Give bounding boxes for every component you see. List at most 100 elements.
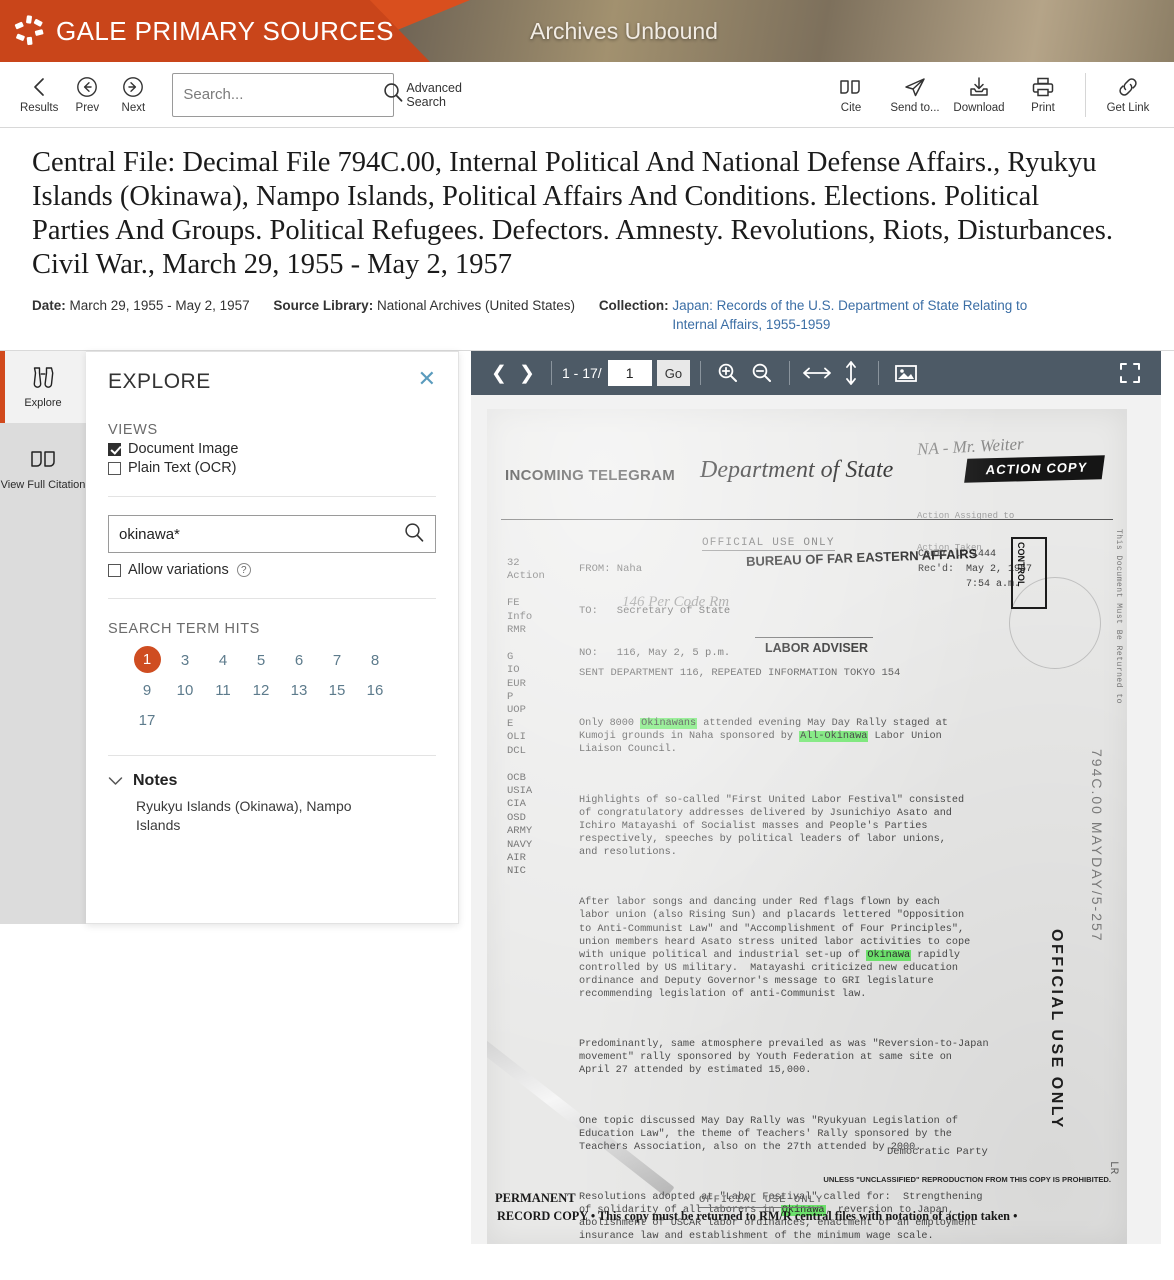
prev-button[interactable]: Prev [64, 73, 110, 116]
sent-department-line: SENT DEPARTMENT 116, REPEATED INFORMATIO… [579, 667, 901, 679]
checkbox-allow-variations[interactable] [108, 563, 121, 577]
viewer-next-page-button[interactable]: ❯ [513, 362, 541, 385]
download-button[interactable]: Download [947, 73, 1011, 116]
hit-link[interactable]: 6 [280, 645, 318, 675]
get-link-label: Get Link [1106, 102, 1150, 114]
notes-toggle[interactable]: Notes [108, 772, 436, 790]
advanced-search-line2: Search [406, 94, 446, 109]
viewer-prev-page-button[interactable]: ❮ [485, 362, 513, 385]
brand-name[interactable]: GALE PRIMARY SOURCES [56, 16, 394, 47]
search-icon[interactable] [403, 521, 425, 548]
side-note-text: This Document Must Be Returned to [1114, 529, 1123, 704]
search-icon[interactable] [382, 81, 404, 108]
hit-link[interactable]: 1 [133, 646, 161, 673]
chevron-down-icon [108, 773, 123, 790]
official-use-only-footer: OFFICIAL USE ONLY [699, 1194, 824, 1208]
chevron-left-icon [30, 75, 48, 99]
view-option-plain-text[interactable]: Plain Text (OCR) [108, 460, 436, 476]
handwritten-annotation-top: NA - Mr. Weiter [916, 434, 1025, 459]
brand-header: GALE PRIMARY SOURCES Archives Unbound [0, 0, 1174, 62]
page-range-label: 1 - 17/ [562, 365, 602, 381]
hit-link[interactable]: 8 [356, 645, 394, 675]
advanced-search-link[interactable]: Advanced Search [406, 81, 470, 109]
rail-item-view-full-citation[interactable]: View Full Citation [0, 423, 86, 515]
explore-search-input[interactable] [119, 525, 403, 543]
document-title-block: Central File: Decimal File 794C.00, Inte… [0, 128, 1174, 351]
quote-marks-icon [838, 75, 864, 99]
hit-link[interactable]: 13 [280, 675, 318, 705]
zoom-in-icon[interactable] [711, 361, 745, 385]
hit-link[interactable]: 15 [318, 675, 356, 705]
official-use-only-vertical: OFFICIAL USE ONLY [1048, 929, 1065, 1130]
main-content: Explore View Full Citation EXPLORE ✕ VIE… [0, 351, 1174, 1244]
allow-variations-row[interactable]: Allow variations ? [108, 562, 436, 578]
view-option-document-image[interactable]: Document Image [108, 441, 436, 457]
paper-plane-icon [903, 75, 927, 99]
product-title: Archives Unbound [530, 17, 718, 44]
search-box[interactable] [172, 72, 403, 117]
hit-link[interactable]: 3 [166, 645, 204, 675]
question-mark-icon[interactable]: ? [236, 563, 251, 577]
download-label: Download [953, 102, 1005, 114]
toolbar-divider [1085, 72, 1086, 117]
cite-button[interactable]: Cite [819, 73, 883, 116]
page-title: Central File: Decimal File 794C.00, Inte… [32, 147, 1114, 280]
go-button[interactable]: Go [656, 360, 691, 386]
explore-search-box[interactable] [108, 515, 436, 553]
file-number-stamp: 794C.00 MAYDAY/5-257 [1089, 749, 1105, 943]
control-box-stamp: CONTROL [1011, 537, 1047, 609]
telegram-paragraph: Predominantly, same atmosphere prevailed… [579, 1039, 989, 1077]
date-label: Date: [32, 298, 66, 313]
checkbox-plain-text[interactable] [108, 461, 121, 475]
hit-link[interactable]: 10 [166, 675, 204, 705]
view-option-document-image-label: Document Image [128, 441, 239, 457]
viewer-divider-3 [789, 361, 791, 385]
telegram-paragraph: Highlights of so-called "First United La… [579, 794, 965, 859]
gale-petal-logo-icon [12, 14, 46, 48]
search-input[interactable] [183, 86, 383, 103]
viewer-divider-4 [878, 361, 880, 385]
advanced-search-line1: Advanced [406, 80, 462, 95]
view-option-plain-text-label: Plain Text (OCR) [128, 460, 237, 476]
signature-line: Democratic Party [887, 1146, 988, 1158]
rail-item-explore[interactable]: Explore [0, 351, 86, 423]
explore-panel-title: EXPLORE [108, 370, 211, 393]
fit-width-icon[interactable] [800, 361, 834, 385]
hit-link[interactable]: 11 [204, 675, 242, 705]
viewer-toolbar: ❮ ❯ 1 - 17/ Go [471, 351, 1161, 395]
collection-link[interactable]: Japan: Records of the U.S. Department of… [672, 296, 1072, 334]
send-to-button[interactable]: Send to... [883, 73, 947, 116]
arrow-left-circle-icon [76, 75, 98, 99]
unclassified-note: UNLESS "UNCLASSIFIED" REPRODUCTION FROM … [823, 1175, 1111, 1184]
from-to-block: FROM: Naha TO: Secretary of State NO: 11… [579, 563, 731, 659]
printer-icon [1031, 75, 1055, 99]
hit-link[interactable]: 16 [356, 675, 394, 705]
print-button[interactable]: Print [1011, 73, 1075, 116]
cite-label: Cite [840, 102, 862, 114]
next-label: Next [121, 102, 146, 114]
fit-height-icon[interactable] [834, 360, 868, 386]
hit-link[interactable]: 9 [128, 675, 166, 705]
viewer-divider-2 [700, 361, 702, 385]
hit-link[interactable]: 12 [242, 675, 280, 705]
image-icon[interactable] [889, 361, 923, 385]
hit-link[interactable]: 17 [128, 705, 166, 735]
document-image-area[interactable]: NA - Mr. Weiter INCOMING TELEGRAM Depart… [471, 395, 1161, 1244]
hit-link[interactable]: 5 [242, 645, 280, 675]
results-label: Results [20, 102, 59, 114]
incoming-telegram-label: INCOMING TELEGRAM [505, 467, 676, 484]
next-button[interactable]: Next [110, 73, 156, 116]
zoom-out-icon[interactable] [745, 361, 779, 385]
hit-link[interactable]: 4 [204, 645, 242, 675]
source-library-label: Source Library: [273, 298, 374, 313]
notes-label: Notes [133, 772, 178, 789]
fullscreen-icon[interactable] [1113, 362, 1147, 384]
page-number-input[interactable] [607, 360, 652, 386]
results-button[interactable]: Results [14, 73, 64, 116]
hit-link[interactable]: 7 [318, 645, 356, 675]
get-link-button[interactable]: Get Link [1096, 73, 1160, 116]
checkbox-document-image[interactable] [108, 442, 121, 456]
telegram-paragraph: Only 8000 Okinawans attended evening May… [579, 718, 948, 756]
tool-rail: Explore View Full Citation [0, 351, 86, 924]
close-icon[interactable]: ✕ [418, 368, 436, 390]
